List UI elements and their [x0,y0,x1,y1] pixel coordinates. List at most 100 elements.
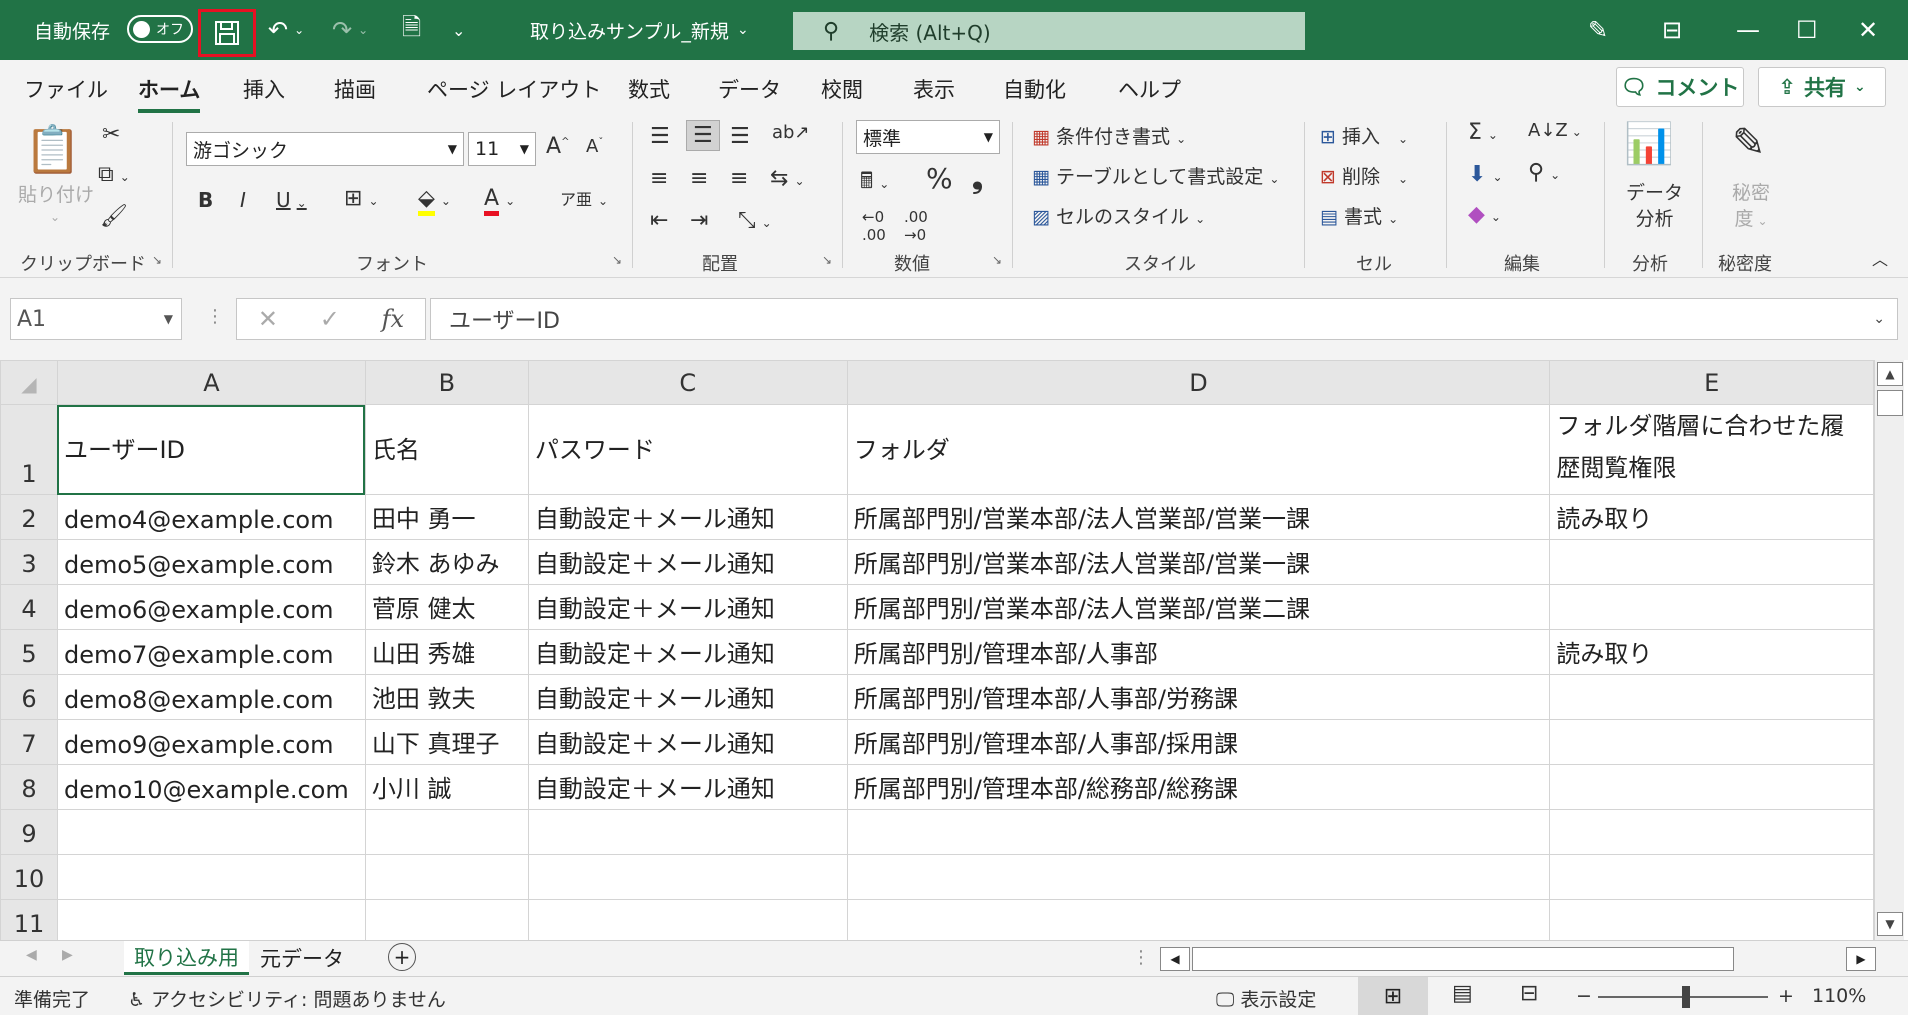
cell[interactable] [1549,539,1874,585]
sensitivity-button[interactable]: 秘密度 ⌄ [1732,180,1770,234]
zoom-slider-knob[interactable] [1682,986,1690,1008]
decrease-font-icon[interactable]: Aˇ [586,136,603,157]
cell[interactable] [56,809,366,855]
cell[interactable]: 自動設定＋メール通知 [527,584,848,630]
bold-icon[interactable]: B [198,188,213,212]
cell[interactable] [56,899,366,940]
tab-data[interactable]: データ [718,74,781,104]
font-size-select[interactable]: 11 ▼ [468,132,536,166]
pen-icon[interactable]: ✎ [1588,0,1608,60]
cell[interactable]: 田中 勇一 [364,494,529,540]
align-right-icon[interactable]: ≡ [730,166,748,191]
formula-input[interactable]: ユーザーID ⌄ [430,298,1898,340]
column-header[interactable]: C [527,360,848,405]
border-icon[interactable]: ⊞ ⌄ [344,186,379,211]
zoom-level[interactable]: 110% [1812,985,1866,1007]
vertical-scrollbar[interactable]: ▲ ▼ [1874,360,1904,940]
align-center-icon[interactable]: ≡ [690,166,708,191]
cell[interactable] [1549,809,1874,855]
increase-indent-icon[interactable]: ⇥ [690,208,708,233]
decrease-decimal-icon[interactable]: .00 →0 [904,208,928,244]
column-header[interactable]: D [846,360,1551,405]
cell[interactable]: 自動設定＋メール通知 [527,719,848,765]
tab-insert[interactable]: 挿入 [243,74,285,104]
tab-automate[interactable]: 自動化 [1003,74,1066,104]
font-name-select[interactable]: 游ゴシック ▼ [186,132,464,166]
tab-split-icon[interactable]: ⋮ [1132,947,1150,968]
horizontal-scroll-thumb[interactable] [1192,947,1734,971]
tab-file[interactable]: ファイル [24,74,108,104]
tab-draw[interactable]: 描画 [334,74,376,104]
increase-decimal-icon[interactable]: ←0.00 [862,208,886,244]
page-layout-view-icon[interactable]: ▤ [1452,981,1473,1006]
row-header[interactable]: 5 [0,629,58,675]
close-icon[interactable]: ✕ [1858,0,1878,60]
cell[interactable] [1549,584,1874,630]
decrease-indent-icon[interactable]: ⇤ [650,208,668,233]
cell-a1[interactable]: ユーザーID [56,404,366,495]
cell[interactable]: パスワード [527,404,848,495]
cell[interactable]: 所属部門別/営業本部/法人営業部/営業一課 [846,494,1551,540]
row-header[interactable]: 8 [0,764,58,810]
cell[interactable] [1549,674,1874,720]
fill-icon[interactable]: ⬇ ⌄ [1468,162,1503,187]
normal-view-icon[interactable]: ⊞ [1358,977,1428,1015]
row-header[interactable]: 4 [0,584,58,630]
underline-icon[interactable]: U ⌄ [276,188,307,212]
cell[interactable]: 所属部門別/管理本部/人事部/採用課 [846,719,1551,765]
scroll-thumb[interactable] [1877,390,1903,416]
cell[interactable]: 自動設定＋メール通知 [527,674,848,720]
sort-filter-icon[interactable]: A↓Z ⌄ [1528,120,1582,141]
cell[interactable]: demo9@example.com [56,719,366,765]
cell[interactable]: フォルダ階層に合わせた履歴閲覧権限 [1549,404,1874,495]
align-middle-icon[interactable]: ☰ [686,120,720,151]
cell[interactable] [364,899,529,940]
scroll-left-icon[interactable]: ◀ [1160,947,1190,971]
prev-sheet-icon[interactable]: ◀ [26,947,37,963]
collapse-ribbon-icon[interactable]: ︿ [1872,246,1888,270]
cell[interactable]: 所属部門別/管理本部/総務部/総務課 [846,764,1551,810]
autosum-icon[interactable]: Σ ⌄ [1468,120,1498,145]
row-header[interactable]: 3 [0,539,58,585]
cell[interactable] [364,854,529,900]
enter-icon[interactable]: ✓ [320,305,340,333]
comma-icon[interactable]: ❟ [972,162,983,196]
cell[interactable]: demo7@example.com [56,629,366,675]
format-as-table-button[interactable]: ▦ テーブルとして書式設定 ⌄ [1032,162,1279,189]
insert-function-icon[interactable]: fx [382,305,404,333]
tab-home[interactable]: ホーム [138,74,201,113]
conditional-format-button[interactable]: ▦ 条件付き書式 ⌄ [1032,122,1186,149]
row-header[interactable]: 9 [0,809,58,855]
undo-icon[interactable]: ↶ ⌄ [268,0,304,60]
cell[interactable] [527,899,848,940]
redo-icon[interactable]: ↷ ⌄ [332,0,368,60]
cell[interactable]: 読み取り [1549,494,1874,540]
align-left-icon[interactable]: ≡ [650,166,668,191]
search-box[interactable]: ⚲ 検索 (Alt+Q) [793,12,1305,50]
cell[interactable] [846,854,1551,900]
cell[interactable]: demo6@example.com [56,584,366,630]
cell[interactable]: 自動設定＋メール通知 [527,539,848,585]
copy-icon[interactable]: ⧉ ⌄ [98,162,130,187]
font-launcher-icon[interactable]: ↘ [612,253,622,267]
cell[interactable]: 所属部門別/管理本部/人事部 [846,629,1551,675]
sheet-tab-import[interactable]: 取り込み用 [124,941,249,975]
row-header[interactable]: 7 [0,719,58,765]
save-button[interactable] [198,9,256,57]
paste-chevron-icon[interactable]: ⌄ [50,210,60,224]
cell[interactable]: 山下 真理子 [364,719,529,765]
tab-view[interactable]: 表示 [913,74,955,104]
scroll-down-icon[interactable]: ▼ [1877,912,1903,936]
cell[interactable] [527,809,848,855]
cell[interactable] [364,809,529,855]
display-settings-button[interactable]: 🖵 表示設定 [1216,985,1316,1012]
cell[interactable]: 鈴木 あゆみ [364,539,529,585]
cell[interactable]: 氏名 [364,404,529,495]
cell[interactable] [846,899,1551,940]
align-bottom-icon[interactable]: ☰ [730,124,750,149]
paste-label[interactable]: 貼り付け [18,180,94,207]
cell[interactable] [1549,899,1874,940]
fill-color-icon[interactable]: ⬙ ⌄ [418,186,451,216]
cell[interactable] [56,854,366,900]
number-format-select[interactable]: 標準 ▼ [856,120,1000,154]
